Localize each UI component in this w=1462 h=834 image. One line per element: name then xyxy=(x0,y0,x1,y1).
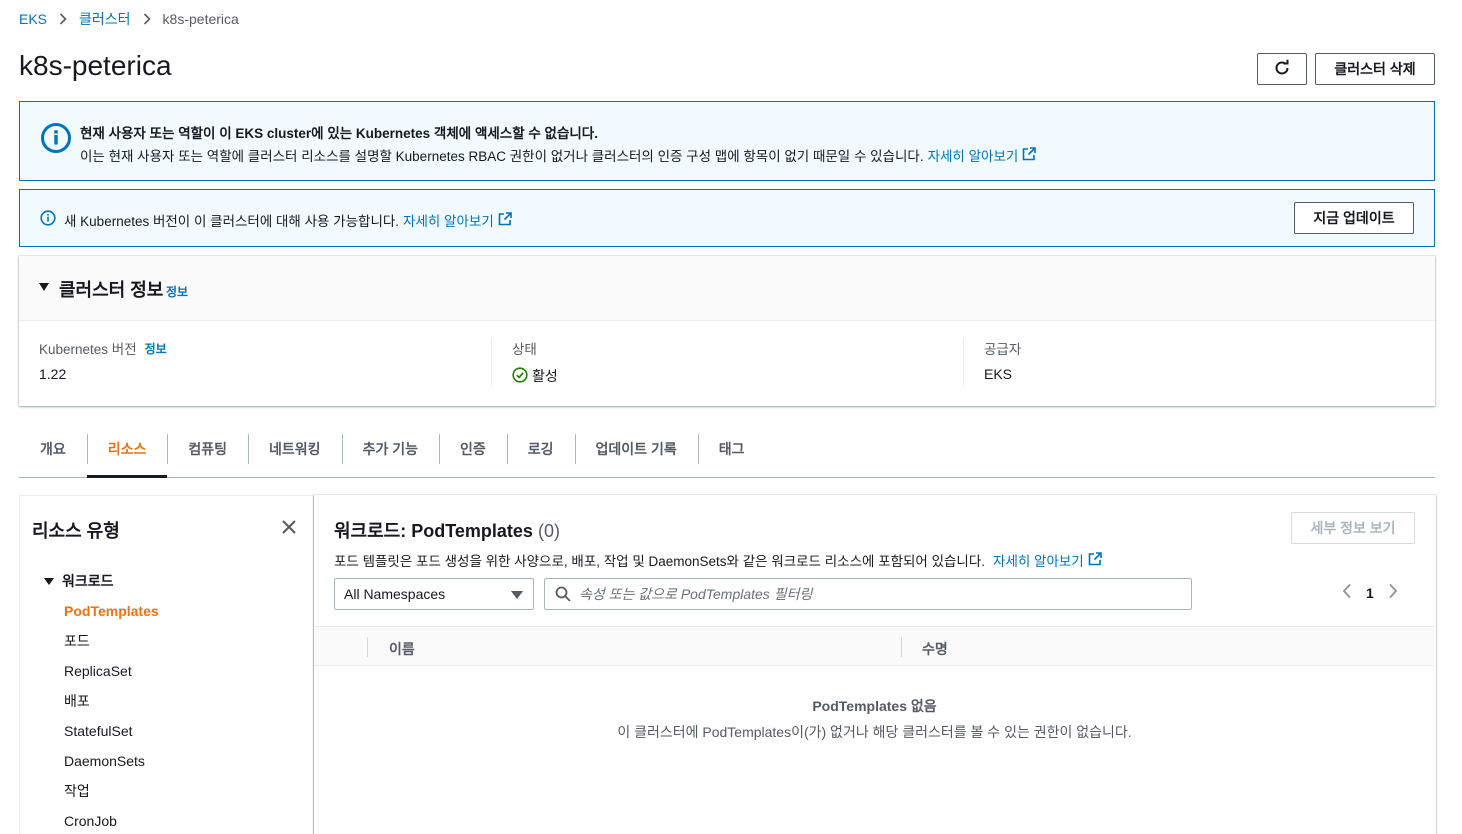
workload-panel: 워크로드: PodTemplates (0) 세부 정보 보기 포드 템플릿은 … xyxy=(314,495,1436,834)
empty-state-title: PodTemplates 없음 xyxy=(812,698,937,714)
column-divider xyxy=(901,637,902,657)
empty-state-message: 이 클러스터에 PodTemplates이(가) 없거나 해당 클러스터를 볼 … xyxy=(617,724,1132,740)
chevron-right-icon xyxy=(143,13,151,25)
breadcrumb-current: k8s-peterica xyxy=(162,11,239,27)
page-title: k8s-peterica xyxy=(19,50,172,81)
resource-types-title: 리소스 유형 xyxy=(32,521,120,541)
delete-cluster-button[interactable]: 클러스터 삭제 xyxy=(1315,53,1435,85)
access-alert: 현재 사용자 또는 역할이 이 EKS cluster에 있는 Kubernet… xyxy=(19,101,1435,181)
current-page[interactable]: 1 xyxy=(1366,585,1374,601)
workload-title-row: 워크로드: PodTemplates (0) xyxy=(334,517,560,543)
tab-networking[interactable]: 네트워킹 xyxy=(248,420,342,477)
chevron-left-icon[interactable] xyxy=(1342,583,1352,602)
breadcrumb-clusters-link[interactable]: 클러스터 xyxy=(79,9,131,29)
refresh-button[interactable] xyxy=(1257,53,1307,85)
view-details-button[interactable]: 세부 정보 보기 xyxy=(1291,512,1415,544)
refresh-icon xyxy=(1273,59,1291,80)
external-link-icon xyxy=(1022,146,1037,164)
version-alert-message-row: 새 Kubernetes 버전이 이 클러스터에 대해 사용 가능합니다. 자세… xyxy=(64,210,512,230)
workload-learn-more-link[interactable]: 자세히 알아보기 xyxy=(993,550,1084,570)
resource-item-replicaset[interactable]: ReplicaSet xyxy=(64,661,159,691)
cluster-tabs: 개요 리소스 컴퓨팅 네트워킹 추가 기능 인증 로깅 업데이트 기록 태그 xyxy=(19,420,1435,478)
access-alert-message: 이는 현재 사용자 또는 역할에 클러스터 리소스를 설명할 Kubernete… xyxy=(80,149,924,164)
k8s-version-value: 1.22 xyxy=(39,366,67,382)
k8s-version-info-link[interactable]: 정보 xyxy=(145,340,167,357)
cluster-info-panel: 클러스터 정보 정보 Kubernetes 버전 정보 1.22 상태 활성 공… xyxy=(19,256,1435,406)
search-icon xyxy=(555,586,571,602)
provider-value: EKS xyxy=(984,366,1013,382)
caret-down-icon xyxy=(511,591,523,599)
resource-types-panel: 리소스 유형 워크로드 PodTemplates 포드 ReplicaSet 배… xyxy=(19,495,314,834)
status-column: 상태 활성 xyxy=(491,338,558,388)
resource-item-podtemplates[interactable]: PodTemplates xyxy=(64,601,159,631)
tab-authentication[interactable]: 인증 xyxy=(439,420,507,477)
workload-group-toggle[interactable]: 워크로드 xyxy=(44,571,114,591)
tab-tags[interactable]: 태그 xyxy=(697,420,766,477)
tab-resources[interactable]: 리소스 xyxy=(86,420,168,478)
info-icon xyxy=(40,210,56,229)
chevron-right-icon xyxy=(59,13,67,25)
version-alert-message: 새 Kubernetes 버전이 이 클러스터에 대해 사용 가능합니다. xyxy=(64,214,400,229)
pagination: 1 xyxy=(1342,583,1398,602)
table-header: 이름 수명 xyxy=(314,626,1435,666)
status-value: 활성 xyxy=(532,368,558,384)
tab-update-history[interactable]: 업데이트 기록 xyxy=(574,420,698,477)
workload-group-label: 워크로드 xyxy=(62,573,114,589)
resource-type-list: PodTemplates 포드 ReplicaSet 배포 StatefulSe… xyxy=(64,601,159,834)
resource-item-statefulset[interactable]: StatefulSet xyxy=(64,721,159,751)
cluster-info-info-link[interactable]: 정보 xyxy=(166,283,188,300)
breadcrumb: EKS 클러스터 k8s-peterica xyxy=(19,9,239,29)
resource-item-cronjob[interactable]: CronJob xyxy=(64,811,159,834)
access-alert-heading: 현재 사용자 또는 역할이 이 EKS cluster에 있는 Kubernet… xyxy=(80,126,598,141)
chevron-right-icon[interactable] xyxy=(1388,583,1398,602)
version-alert: 새 Kubernetes 버전이 이 클러스터에 대해 사용 가능합니다. 자세… xyxy=(19,189,1435,247)
caret-down-icon xyxy=(44,577,54,585)
resource-item-jobs[interactable]: 작업 xyxy=(64,781,159,811)
cluster-info-header[interactable]: 클러스터 정보 정보 xyxy=(19,256,1435,321)
tab-compute[interactable]: 컴퓨팅 xyxy=(167,420,248,477)
breadcrumb-eks-link[interactable]: EKS xyxy=(19,11,47,27)
access-alert-message-row: 이는 현재 사용자 또는 역할에 클러스터 리소스를 설명할 Kubernete… xyxy=(80,145,1037,165)
info-icon xyxy=(40,122,72,157)
external-link-icon xyxy=(1088,551,1102,569)
provider-label: 공급자 xyxy=(984,342,1022,357)
caret-down-icon[interactable] xyxy=(39,283,49,291)
access-alert-learn-more-link[interactable]: 자세히 알아보기 xyxy=(928,145,1019,165)
filter-search-box[interactable] xyxy=(544,578,1192,610)
column-header-age[interactable]: 수명 xyxy=(922,639,948,659)
provider-column: 공급자 EKS xyxy=(963,338,1021,388)
tab-logging[interactable]: 로깅 xyxy=(506,420,575,477)
tab-add-ons[interactable]: 추가 기능 xyxy=(341,420,439,477)
version-alert-learn-more-link[interactable]: 자세히 알아보기 xyxy=(403,210,494,230)
workload-title: 워크로드: PodTemplates xyxy=(334,521,533,541)
workload-count: (0) xyxy=(537,521,560,541)
cluster-info-title: 클러스터 정보 xyxy=(59,280,164,300)
resource-item-pods[interactable]: 포드 xyxy=(64,631,159,661)
external-link-icon xyxy=(498,211,512,229)
tab-overview[interactable]: 개요 xyxy=(19,420,87,477)
status-label: 상태 xyxy=(512,342,537,357)
filter-input[interactable] xyxy=(579,586,1159,602)
namespace-select-value: All Namespaces xyxy=(344,586,446,602)
column-divider xyxy=(367,637,368,657)
check-circle-icon xyxy=(512,366,528,386)
workload-description: 포드 템플릿은 포드 생성을 위한 사양으로, 배포, 작업 및 DaemonS… xyxy=(334,554,986,569)
resource-item-deployments[interactable]: 배포 xyxy=(64,691,159,721)
namespace-select[interactable]: All Namespaces xyxy=(334,578,534,610)
resource-item-daemonsets[interactable]: DaemonSets xyxy=(64,751,159,781)
close-icon[interactable] xyxy=(282,520,296,537)
workload-description-row: 포드 템플릿은 포드 생성을 위한 사양으로, 배포, 작업 및 DaemonS… xyxy=(334,550,1102,570)
column-header-name[interactable]: 이름 xyxy=(389,639,415,659)
k8s-version-column: Kubernetes 버전 정보 1.22 xyxy=(39,338,167,388)
k8s-version-label: Kubernetes 버전 xyxy=(39,342,137,357)
update-now-button[interactable]: 지금 업데이트 xyxy=(1294,202,1414,234)
